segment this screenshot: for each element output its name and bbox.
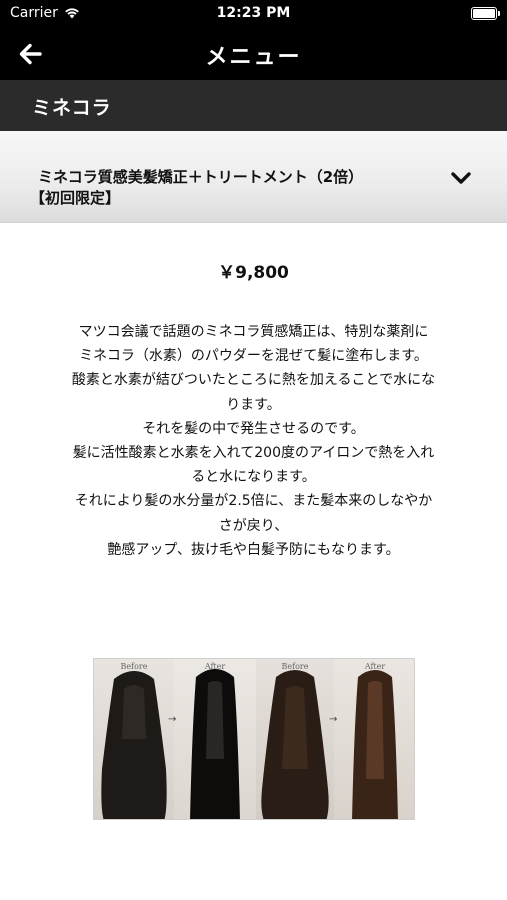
photo-panel-after-2: After <box>334 659 414 819</box>
menu-item-title: ミネコラ質感美髪矯正＋トリートメント（2倍） 【初回限定】 <box>30 167 438 209</box>
hair-illustration <box>352 670 398 819</box>
description-line: ります。 <box>226 396 281 413</box>
photo-label-before: Before <box>120 662 148 671</box>
photo-label-before: Before <box>281 662 309 671</box>
menu-item-title-line1: ミネコラ質感美髪矯正＋トリートメント（2倍） <box>38 168 364 186</box>
menu-item-title-line2: 【初回限定】 <box>30 189 121 207</box>
photo-panel-before-1: Before <box>94 659 174 819</box>
arrow-right-icon: → <box>329 714 338 725</box>
photo-label-after: After <box>204 662 226 671</box>
chevron-down-icon[interactable] <box>450 169 472 187</box>
description-line: 酸素と水素が結びついたところに熱を加えることで水にな <box>71 372 436 389</box>
description-line: それを髪の中で発生させるのです。 <box>142 420 365 437</box>
menu-item-accordion[interactable]: ミネコラ質感美髪矯正＋トリートメント（2倍） 【初回限定】 <box>0 131 507 223</box>
photo-panel-before-2: Before <box>256 659 334 819</box>
hair-illustration <box>101 671 167 819</box>
description-line: マツコ会議で話題のミネコラ質感矯正は、特別な薬剤に <box>78 324 429 340</box>
menu-item-price: ￥9,800 <box>218 263 289 283</box>
status-time: 12:23 PM <box>216 5 291 21</box>
menu-item-description: マツコ会議で話題のミネコラ質感矯正は、特別な薬剤に ミネコラ（水素）のパウダーを… <box>28 320 479 562</box>
hair-illustration <box>261 670 329 819</box>
status-bar: Carrier 12:23 PM <box>0 0 507 28</box>
navigation-bar: メニュー <box>0 28 507 80</box>
description-line: さが戻り、 <box>218 517 289 534</box>
arrow-right-icon: → <box>168 714 177 725</box>
page-title: メニュー <box>205 45 302 70</box>
battery-icon <box>471 7 500 20</box>
photo-label-after: After <box>364 662 386 671</box>
photo-panel-after-1: After <box>174 659 256 819</box>
description-line: 艶感アップ、抜け毛や白髪予防にもなります。 <box>107 541 400 558</box>
description-line: ると水になります。 <box>191 469 316 486</box>
before-after-photo: Before After Before After → → <box>93 658 415 820</box>
category-header: ミネコラ <box>0 80 507 131</box>
hair-illustration <box>190 669 240 819</box>
description-line: 髪に活性酸素と水素を入れて200度のアイロンで熱を入れ <box>72 445 435 462</box>
description-line: ミネコラ（水素）のパウダーを混ぜて髪に塗布します。 <box>79 348 428 365</box>
description-line: それにより髪の水分量が2.5倍に、また髪本来のしなやか <box>74 493 433 510</box>
category-label: ミネコラ <box>32 97 112 119</box>
